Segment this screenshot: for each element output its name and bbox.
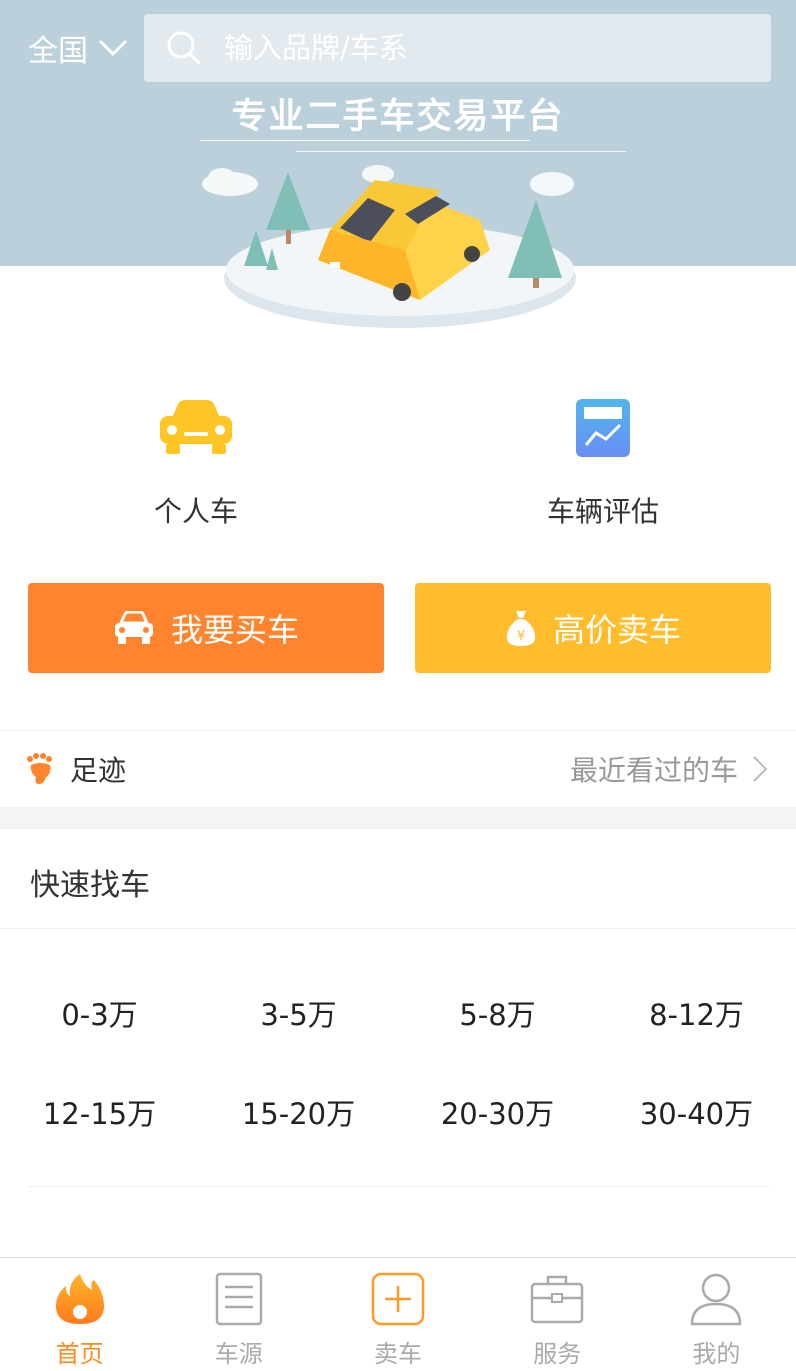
- city-selector[interactable]: 全国: [28, 26, 128, 70]
- search-icon: [167, 31, 201, 65]
- slogan: 专业二手车交易平台: [231, 97, 565, 137]
- feature-personal-car[interactable]: 个人车: [96, 388, 296, 530]
- nav-car-source-label: 车源: [214, 1340, 263, 1368]
- nav-mine-label: 我的: [692, 1340, 741, 1368]
- buy-car-label: 我要买车: [170, 611, 299, 649]
- nav-sell-car[interactable]: 卖车: [318, 1258, 477, 1371]
- briefcase-icon: [530, 1275, 584, 1324]
- car-icon: [114, 611, 153, 644]
- price-range-5-8[interactable]: 5-8万: [398, 992, 597, 1034]
- feature-evaluation[interactable]: 车辆评估: [503, 388, 703, 530]
- price-range-20-30[interactable]: 20-30万: [398, 1091, 597, 1133]
- recent-viewed-link[interactable]: 最近看过的车: [570, 749, 768, 789]
- quick-find-title: 快速找车: [30, 868, 150, 903]
- footprint-icon: [27, 753, 52, 784]
- feature-label: 车辆评估: [546, 495, 659, 528]
- evaluation-chart-icon: [576, 399, 630, 457]
- footprint-label: 足迹: [70, 754, 127, 787]
- list-icon: [215, 1272, 263, 1326]
- price-range-0-3[interactable]: 0-3万: [0, 992, 199, 1034]
- nav-sell-car-label: 卖车: [374, 1340, 422, 1368]
- nav-service-label: 服务: [533, 1340, 582, 1368]
- chevron-down-icon: [98, 39, 128, 57]
- price-range-12-15[interactable]: 12-15万: [0, 1091, 199, 1133]
- money-bag-icon: ¥: [506, 611, 536, 646]
- divider: [28, 1186, 770, 1187]
- nav-mine[interactable]: 我的: [637, 1258, 796, 1371]
- divider: [0, 928, 796, 929]
- city-label: 全国: [28, 34, 88, 69]
- sell-car-button[interactable]: ¥ 高价卖车: [415, 583, 771, 673]
- buy-car-button[interactable]: 我要买车: [28, 583, 384, 673]
- feature-label: 个人车: [153, 495, 238, 528]
- price-range-8-12[interactable]: 8-12万: [597, 992, 796, 1034]
- price-range-15-20[interactable]: 15-20万: [199, 1091, 398, 1133]
- search-input[interactable]: [224, 31, 744, 65]
- bottom-nav: 首页 车源 卖车 服务 我的: [0, 1257, 796, 1371]
- price-range-3-5[interactable]: 3-5万: [199, 992, 398, 1034]
- header-banner: 全国 专业二手车交易平台: [0, 0, 796, 340]
- section-separator: [0, 807, 796, 829]
- sell-car-label: 高价卖车: [552, 611, 681, 649]
- car-illustration: [202, 165, 576, 328]
- nav-car-source[interactable]: 车源: [159, 1258, 318, 1371]
- svg-text:¥: ¥: [517, 629, 525, 644]
- plus-box-icon: [371, 1272, 425, 1326]
- recent-viewed-label: 最近看过的车: [569, 754, 738, 787]
- chevron-right-icon: [753, 756, 768, 782]
- slogan-underline: [200, 140, 530, 141]
- price-range-30-40[interactable]: 30-40万: [597, 1091, 796, 1133]
- user-icon: [691, 1273, 742, 1326]
- car-front-icon: [160, 400, 232, 454]
- nav-home-label: 首页: [55, 1340, 104, 1368]
- search-bar[interactable]: [144, 14, 771, 82]
- footprint-row[interactable]: 足迹 最近看过的车: [0, 731, 796, 807]
- flame-icon: [55, 1274, 104, 1324]
- nav-service[interactable]: 服务: [478, 1258, 637, 1371]
- nav-home[interactable]: 首页: [0, 1258, 159, 1371]
